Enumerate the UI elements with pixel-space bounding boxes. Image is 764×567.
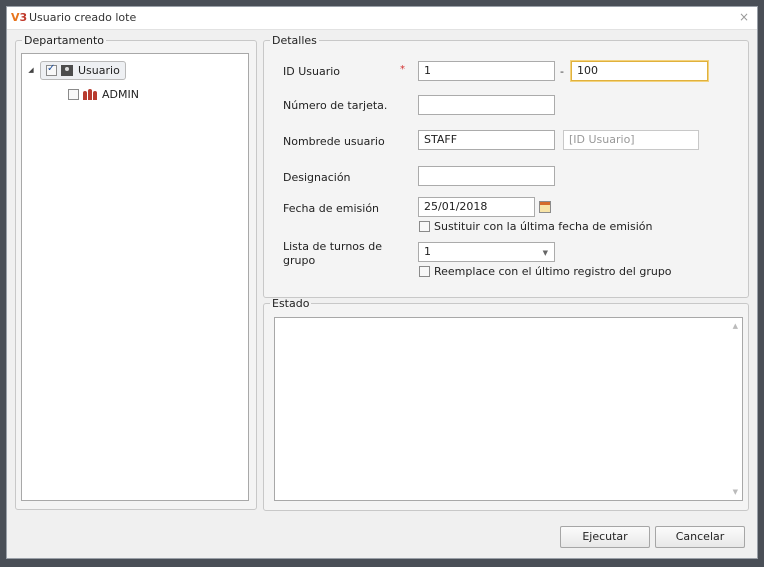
sustituir-fecha-label: Sustituir con la última fecha de emisión [434,220,653,233]
designacion-input[interactable] [418,166,555,186]
sustituir-fecha-option[interactable]: Sustituir con la última fecha de emisión [419,220,652,233]
group-icon [83,88,97,100]
close-button[interactable]: × [737,10,751,24]
id-usuario-label: ID Usuario [283,65,341,78]
lista-turnos-label-line2: grupo [283,254,316,267]
ejecutar-button[interactable]: Ejecutar [560,526,650,548]
required-marker: * [400,64,405,75]
detalles-legend: Detalles [272,34,317,47]
nombre-usuario-label: Nombrede usuario [283,135,385,148]
batch-user-dialog: V3 Usuario creado lote × Departamento ◢ … [6,6,758,559]
app-logo-icon: V3 [11,11,28,24]
reemplace-grupo-label: Reemplace con el último registro del gru… [434,265,672,278]
lista-turnos-select[interactable]: 1 ▼ [418,242,555,262]
numero-tarjeta-label: Número de tarjeta. [283,99,388,112]
range-separator: - [560,65,564,78]
department-tree[interactable]: ◢ Usuario ADMIN [21,53,249,501]
lista-turnos-label-line1: Lista de turnos de [283,240,383,253]
reemplace-grupo-option[interactable]: Reemplace con el último registro del gru… [419,265,672,278]
designacion-label: Designación [283,171,351,184]
title-bar: V3 Usuario creado lote × [7,7,757,30]
tree-node-usuario-selected[interactable]: Usuario [40,60,126,80]
lista-turnos-label: Lista de turnos de grupo [283,240,382,268]
usuario-checkbox[interactable] [46,63,57,76]
reemplace-grupo-checkbox[interactable] [419,266,430,277]
lista-turnos-selected-value: 1 [424,245,431,258]
chevron-down-icon: ▼ [542,249,548,257]
tree-node-usuario[interactable]: ◢ Usuario [26,60,126,80]
numero-tarjeta-input[interactable] [418,95,555,115]
id-usuario-to-input[interactable]: 100 [571,61,708,81]
fecha-emision-input[interactable]: 25/01/2018 [418,197,535,217]
estado-legend: Estado [272,297,310,310]
expand-arrow-icon[interactable]: ◢ [26,66,36,74]
admin-checkbox[interactable] [68,88,79,100]
departamento-legend: Departamento [24,34,105,47]
status-log-area[interactable]: ▲ ▼ [274,317,743,501]
scroll-down-icon[interactable]: ▼ [733,488,738,496]
tree-node-label: Usuario [78,63,120,77]
id-usuario-from-input[interactable]: 1 [418,61,555,81]
window-title: Usuario creado lote [29,11,137,24]
user-icon [61,64,73,76]
nombre-usuario-suffix-input[interactable]: [ID Usuario] [563,130,699,150]
scroll-up-icon[interactable]: ▲ [733,322,738,330]
sustituir-fecha-checkbox[interactable] [419,221,430,232]
cancelar-button[interactable]: Cancelar [655,526,745,548]
nombre-usuario-input[interactable]: STAFF [418,130,555,150]
fecha-emision-label: Fecha de emisión [283,202,380,215]
tree-node-admin[interactable]: ADMIN [68,84,139,104]
tree-node-label: ADMIN [102,87,139,101]
calendar-icon[interactable] [539,201,551,213]
